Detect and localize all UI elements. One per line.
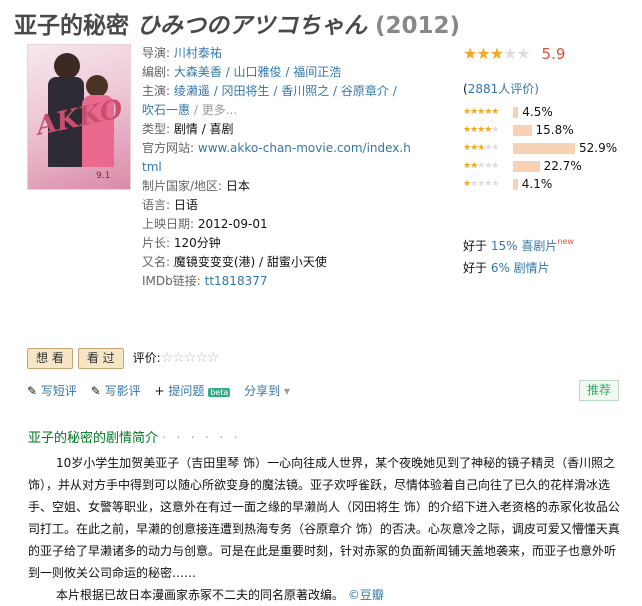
title-year: (2012) — [375, 13, 461, 39]
runtime-label: 片长: — [142, 236, 171, 250]
country-label: 制片国家/地区: — [142, 179, 223, 193]
rating-bar-row: ★★★★★ 4.5% — [463, 104, 633, 122]
synopsis-title: 亚子的秘密的剧情简介 — [28, 431, 159, 446]
write-review-link[interactable]: 写影评 — [105, 384, 141, 398]
movie-info: 导演: 川村泰祐 编剧: 大森美香 / 山口雅俊 / 福间正浩 主演: 绫濑遥 … — [142, 44, 411, 291]
recommend-button[interactable]: 推荐 — [579, 380, 620, 401]
language-label: 语言: — [142, 198, 171, 212]
cast-links[interactable]: 绫濑遥 / 冈田将生 / 香川照之 / 谷原章介 / — [174, 84, 397, 98]
synopsis-paragraph: 10岁小学生加贺美亚子（吉田里琴 饰）一心向往成人世界，某个夜晚她见到了神秘的镜… — [28, 456, 620, 580]
better-comedy-link[interactable]: 15% 喜剧片 — [491, 239, 558, 253]
synopsis-text: 10岁小学生加贺美亚子（吉田里琴 饰）一心向往成人世界，某个夜晚她见到了神秘的镜… — [28, 452, 622, 606]
page-title: 亚子的秘密 ひみつのアツコちゃん (2012) — [14, 6, 460, 40]
director-label: 导演: — [142, 46, 171, 60]
ask-question-link[interactable]: 提问题 — [168, 384, 204, 398]
rating-stars-icon: ★★★★★ — [463, 44, 531, 63]
cast-link-extra[interactable]: 吹石一惠 — [142, 103, 190, 117]
rating-bar-percent: 15.8% — [535, 123, 574, 137]
bar-stars-icon: ★★★★★ — [463, 125, 499, 135]
bar-stars-icon: ★★★★★ — [463, 179, 499, 189]
share-dropdown[interactable]: 分享到 — [244, 384, 280, 398]
rating-bar-row: ★★★★★ 4.1% — [463, 176, 633, 194]
rating-score: 5.9 — [541, 44, 566, 63]
want-to-watch-button[interactable]: 想 看 — [27, 348, 73, 369]
aka-label: 又名: — [142, 255, 171, 269]
title-cn: 亚子的秘密 — [14, 13, 129, 39]
better-than: 好于 15% 喜剧片new 好于 6% 剧情片 — [463, 236, 574, 278]
better-prefix: 好于 — [463, 239, 491, 253]
language-value: 日语 — [173, 198, 198, 212]
movie-poster[interactable]: AKKO 9.1 — [27, 44, 131, 190]
rating-bar-fill — [513, 107, 519, 118]
plus-icon: + — [154, 384, 165, 398]
watched-button[interactable]: 看 过 — [77, 348, 124, 369]
site-label: 官方网站: — [142, 141, 195, 155]
rating-bar-percent: 22.7% — [543, 159, 582, 173]
bar-stars-icon: ★★★★★ — [463, 143, 499, 153]
cast-more-link[interactable]: / 更多... — [194, 103, 237, 117]
official-site-link-cont[interactable]: tml — [142, 160, 162, 174]
bar-stars-icon: ★★★★★ — [463, 161, 499, 171]
rate-label: 评价: — [132, 351, 161, 365]
rating-bar-percent: 52.9% — [579, 141, 618, 155]
cast-label: 主演: — [142, 84, 171, 98]
rating-summary: ★★★★★ 5.9 — [463, 44, 633, 63]
imdb-link[interactable]: tt1818377 — [205, 274, 268, 288]
bar-stars-icon: ★★★★★ — [463, 107, 499, 117]
vote-count-number[interactable]: 2881 — [468, 82, 499, 96]
pencil-icon: ✎ — [27, 384, 38, 398]
vote-count-suffix[interactable]: 人评价) — [498, 82, 539, 96]
pencil-icon: ✎ — [90, 384, 101, 398]
rating-bar-fill — [513, 125, 532, 136]
release-value: 2012-09-01 — [197, 217, 268, 231]
synopsis-paragraph: 本片根据已故日本漫画家赤冢不二夫的同名原著改编。 — [56, 588, 345, 602]
better-prefix: 好于 — [463, 261, 491, 275]
rating-bar-fill — [513, 179, 518, 190]
rating-bar-percent: 4.5% — [522, 105, 553, 119]
imdb-label: IMDb链接: — [142, 274, 201, 288]
writer-label: 编剧: — [142, 65, 171, 79]
rate-stars-icon[interactable]: ☆☆☆☆☆ — [161, 350, 220, 366]
runtime-value: 120分钟 — [173, 236, 221, 250]
rating-bar-fill — [513, 143, 575, 154]
director-link[interactable]: 川村泰祐 — [174, 46, 222, 60]
source-link[interactable]: ©豆瓣 — [348, 588, 384, 602]
new-badge: new — [557, 237, 574, 246]
rating-bar-row: ★★★★★ 22.7% — [463, 158, 633, 176]
poster-figure-head — [54, 53, 80, 79]
country-value: 日本 — [225, 179, 250, 193]
rating-bar-row: ★★★★★ 15.8% — [463, 122, 633, 140]
release-label: 上映日期: — [142, 217, 195, 231]
title-jp: ひみつのアツコちゃん — [137, 12, 368, 39]
poster-date: 9.1 — [96, 171, 111, 181]
chevron-down-icon[interactable]: ▾ — [284, 384, 290, 398]
poster-figure-head — [86, 75, 108, 97]
vote-count[interactable]: (2881人评价) — [463, 80, 539, 97]
action-bar: 想 看看 过评价:☆☆☆☆☆ — [27, 348, 220, 369]
rating-bar-row: ★★★★★ 52.9% — [463, 140, 633, 158]
genre-label: 类型: — [142, 122, 171, 136]
rating-distribution: ★★★★★ 4.5% ★★★★★ 15.8% ★★★★★ 52.9% ★★★★★ 22.7% ★… — [463, 104, 633, 194]
rating-bar-fill — [513, 161, 540, 172]
aka-value: 魔镜变变变(港) / 甜蜜小天使 — [173, 255, 327, 269]
beta-badge: beta — [208, 388, 231, 397]
tool-links: ✎ 写短评 ✎ 写影评 + 提问题 beta 分享到 ▾ — [27, 382, 300, 399]
synopsis-heading: 亚子的秘密的剧情简介 · · · · · · — [28, 427, 241, 446]
rating-bar-percent: 4.1% — [521, 177, 553, 191]
official-site-link[interactable]: www.akko-chan-movie.com/index.h — [198, 141, 411, 155]
write-short-review-link[interactable]: 写短评 — [41, 384, 77, 398]
better-drama-link[interactable]: 6% 剧情片 — [491, 261, 550, 275]
rate-widget: 评价:☆☆☆☆☆ — [132, 348, 220, 369]
genre-value: 剧情 / 喜剧 — [173, 122, 234, 136]
synopsis-dots: · · · · · · — [162, 431, 241, 446]
writer-links[interactable]: 大森美香 / 山口雅俊 / 福间正浩 — [174, 65, 341, 79]
